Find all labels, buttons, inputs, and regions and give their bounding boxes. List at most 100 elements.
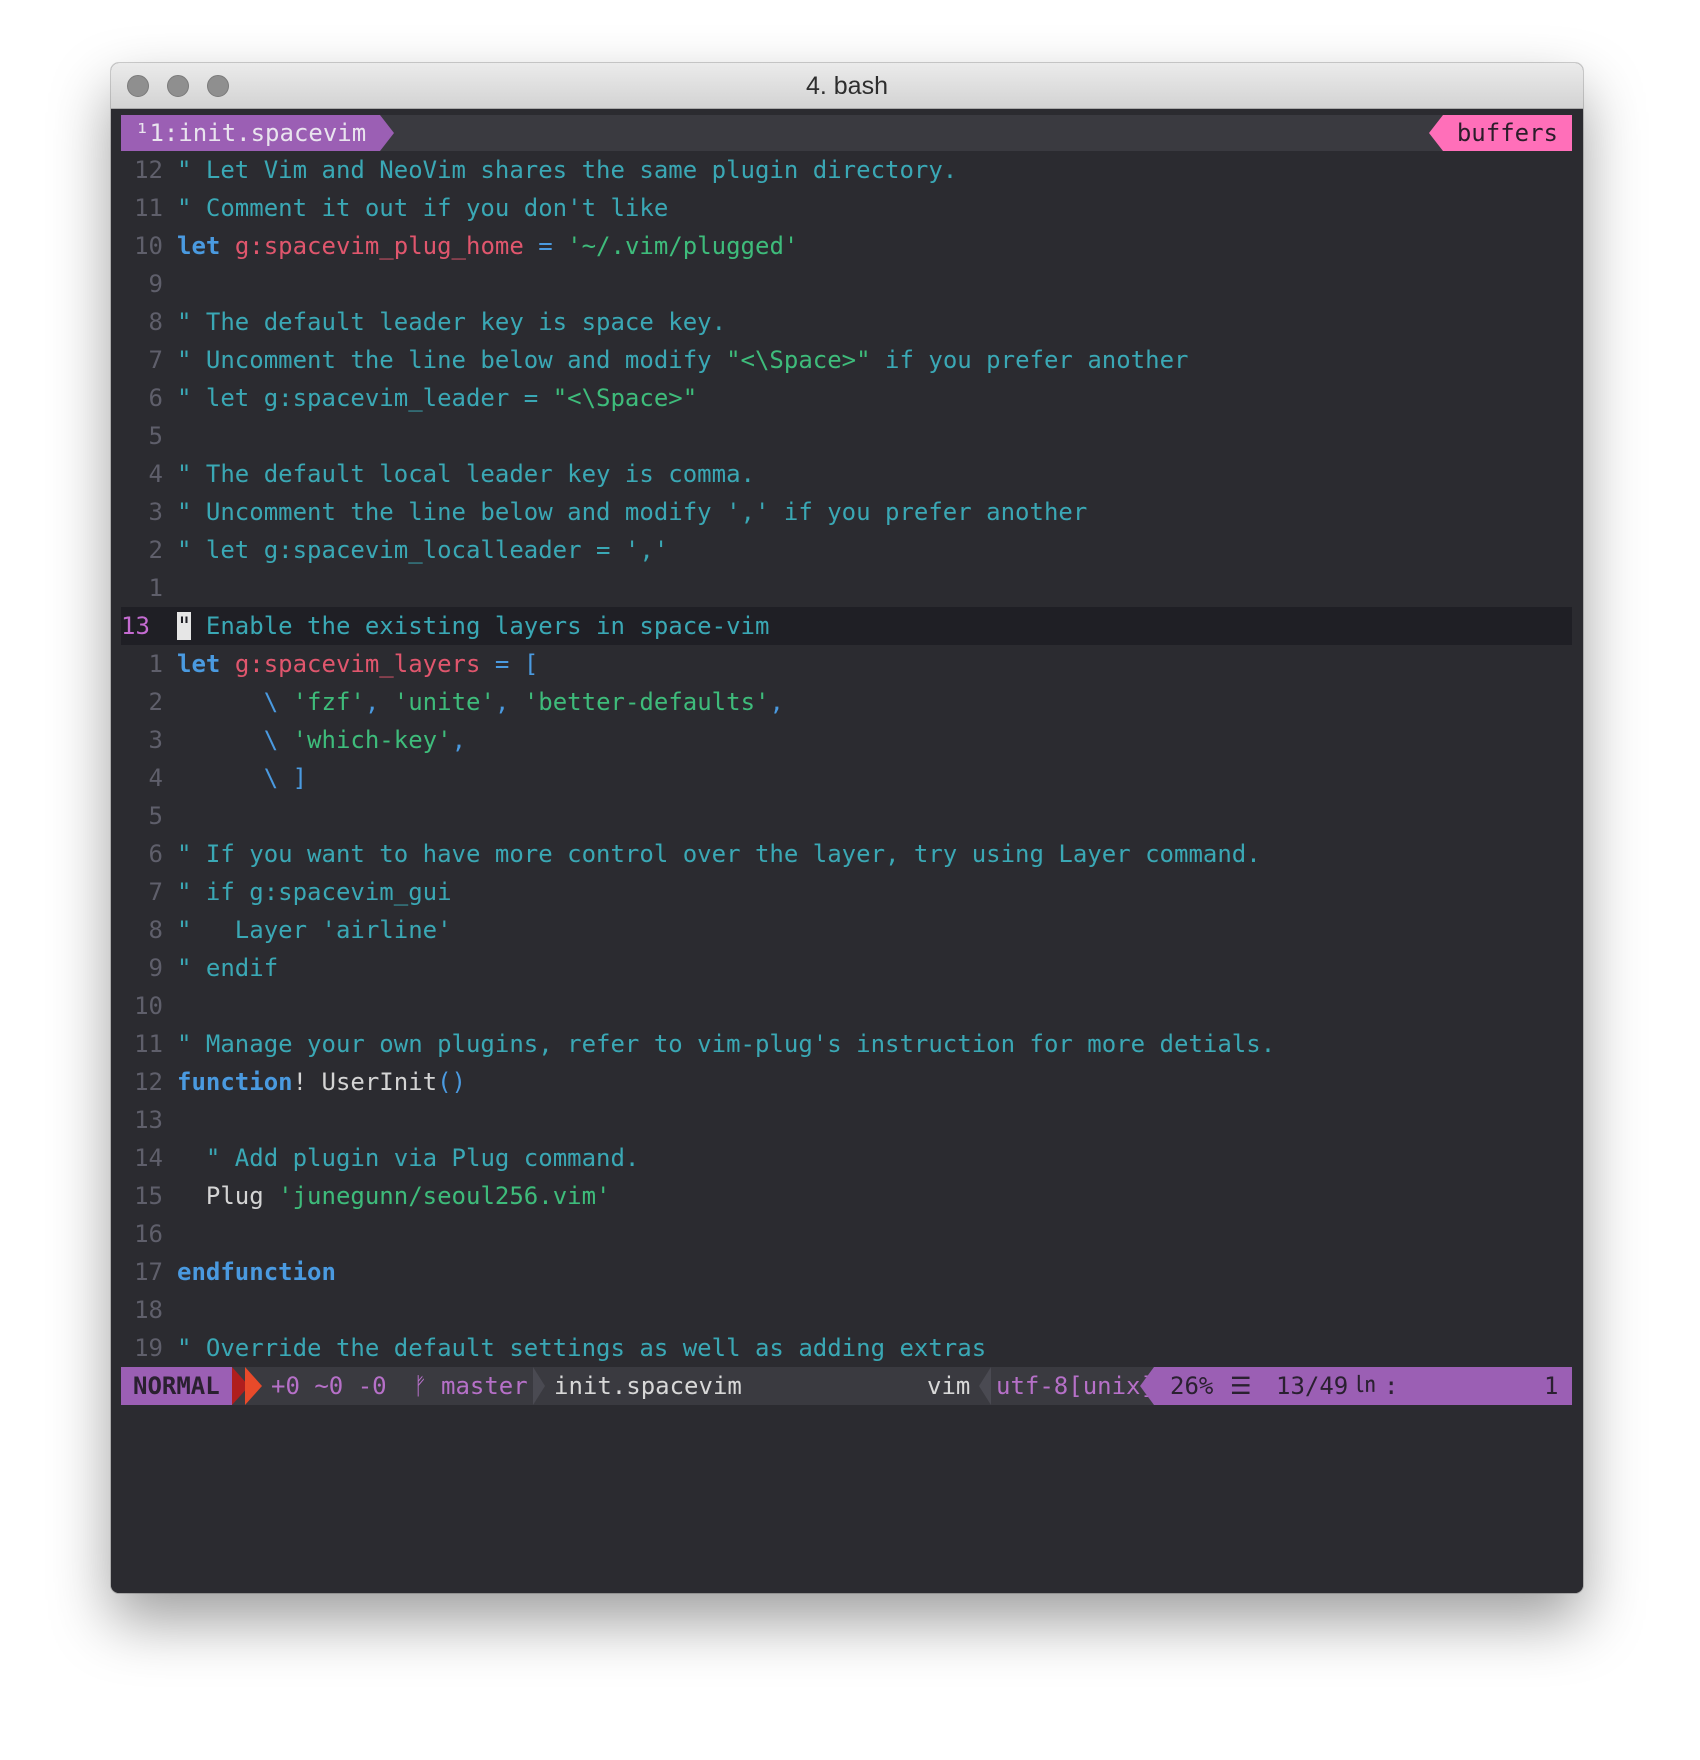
editor-line[interactable]: 4 \ ] bbox=[121, 759, 1572, 797]
line-number: 17 bbox=[134, 1258, 163, 1286]
terminal-window: 4. bash ¹1:init.spacevim buffers 12 " Let… bbox=[111, 63, 1583, 1593]
editor-buffer[interactable]: 12 " Let Vim and NeoVim shares the same p… bbox=[121, 151, 1572, 1367]
code-token: Enable the existing layers in space-vim bbox=[191, 612, 770, 640]
line-position: 13/49 bbox=[1276, 1372, 1349, 1400]
editor-line[interactable]: 8 " The default leader key is space key. bbox=[121, 303, 1572, 341]
code-token: " let g:spacevim_leader = bbox=[177, 384, 553, 412]
editor-line-current[interactable]: 13 " Enable the existing layers in space-… bbox=[121, 607, 1572, 645]
line-number: 1 bbox=[148, 650, 163, 678]
line-code: " Manage your own plugins, refer to vim-… bbox=[177, 1025, 1275, 1063]
vim-statusline: NORMAL +0 ~0 -0 ᚠ master init.spacevim v… bbox=[121, 1367, 1572, 1405]
line-code: " let g:spacevim_localleader = ',' bbox=[177, 531, 668, 569]
editor-line[interactable]: 10 bbox=[121, 987, 1572, 1025]
editor-line[interactable]: 2 \ 'fzf', 'unite', 'better-defaults', bbox=[121, 683, 1572, 721]
position-separator bbox=[1140, 1367, 1154, 1405]
line-number: 5 bbox=[148, 802, 163, 830]
editor-line[interactable]: 12 " Let Vim and NeoVim shares the same p… bbox=[121, 151, 1572, 189]
code-token: " Let Vim and NeoVim shares the same plu… bbox=[177, 156, 958, 184]
line-number: 13 bbox=[134, 1106, 163, 1134]
line-number: 10 bbox=[134, 232, 163, 260]
code-token: " If you want to have more control over … bbox=[177, 840, 1261, 868]
line-code: " Uncomment the line below and modify ',… bbox=[177, 493, 1087, 531]
code-token: 'which-key' bbox=[292, 726, 452, 754]
editor-line[interactable]: 9 " endif bbox=[121, 949, 1572, 987]
title-bar[interactable]: 4. bash bbox=[111, 63, 1583, 109]
window-title: 4. bash bbox=[805, 72, 888, 100]
editor-line[interactable]: 7 " if g:spacevim_gui bbox=[121, 873, 1572, 911]
editor-line[interactable]: 7 " Uncomment the line below and modify "… bbox=[121, 341, 1572, 379]
editor-line[interactable]: 19 " Override the default settings as wel… bbox=[121, 1329, 1572, 1367]
line-code: " Let Vim and NeoVim shares the same plu… bbox=[177, 151, 957, 189]
line-number: 9 bbox=[148, 270, 163, 298]
editor-line[interactable]: 5 bbox=[121, 797, 1572, 835]
editor-line[interactable]: 17 endfunction bbox=[121, 1253, 1572, 1291]
code-token: " Uncomment the line below and modify ',… bbox=[177, 498, 1088, 526]
editor-line[interactable]: 1 let g:spacevim_layers = [ bbox=[121, 645, 1572, 683]
code-token: " Override the default settings as well … bbox=[177, 1334, 987, 1362]
editor-line[interactable]: 13 bbox=[121, 1101, 1572, 1139]
code-token: () bbox=[437, 1068, 466, 1096]
editor-line[interactable]: 4 " The default local leader key is comma… bbox=[121, 455, 1572, 493]
code-token: \ ] bbox=[263, 764, 308, 792]
line-number: 12 bbox=[134, 156, 163, 184]
line-number: 18 bbox=[134, 1296, 163, 1324]
code-token: " Add plugin via Plug command. bbox=[205, 1144, 640, 1172]
filetype-separator bbox=[979, 1367, 991, 1405]
line-code: \ 'which-key', bbox=[177, 721, 466, 759]
line-code: \ ] bbox=[177, 759, 307, 797]
editor-line[interactable]: 9 bbox=[121, 265, 1572, 303]
git-diff-stats: +0 ~0 -0 bbox=[271, 1372, 387, 1400]
code-token: g:spacevim_plug_home bbox=[234, 232, 524, 260]
code-token: "<\Space>" bbox=[726, 346, 871, 374]
editor-line[interactable]: 5 bbox=[121, 417, 1572, 455]
terminal-area[interactable]: ¹1:init.spacevim buffers 12 " Let Vim and… bbox=[111, 109, 1583, 1593]
editor-line[interactable]: 3 " Uncomment the line below and modify '… bbox=[121, 493, 1572, 531]
buffers-separator bbox=[1429, 115, 1443, 151]
mode-indicator: NORMAL bbox=[121, 1367, 232, 1405]
editor-line[interactable]: 3 \ 'which-key', bbox=[121, 721, 1572, 759]
line-number: 2 bbox=[148, 688, 163, 716]
line-number: 16 bbox=[134, 1220, 163, 1248]
line-number: 6 bbox=[148, 384, 163, 412]
code-token: " let g:spacevim_localleader = ',' bbox=[177, 536, 669, 564]
editor-line[interactable]: 10 let g:spacevim_plug_home = '~/.vim/plu… bbox=[121, 227, 1572, 265]
line-number: 13 bbox=[121, 612, 150, 640]
editor-line[interactable]: 14 " Add plugin via Plug command. bbox=[121, 1139, 1572, 1177]
editor-line[interactable]: 2 " let g:spacevim_localleader = ',' bbox=[121, 531, 1572, 569]
code-token: g:spacevim_layers bbox=[234, 650, 481, 678]
line-number: 9 bbox=[148, 954, 163, 982]
editor-line[interactable]: 15 Plug 'junegunn/seoul256.vim' bbox=[121, 1177, 1572, 1215]
editor-line[interactable]: 11 " Comment it out if you don't like bbox=[121, 189, 1572, 227]
line-number: 11 bbox=[134, 1030, 163, 1058]
line-code: " endif bbox=[177, 949, 278, 987]
line-code: let g:spacevim_plug_home = '~/.vim/plugg… bbox=[177, 227, 798, 265]
code-token: \ bbox=[263, 726, 279, 754]
file-name: init.spacevim bbox=[554, 1372, 742, 1400]
code-token: 'fzf' bbox=[292, 688, 365, 716]
editor-line[interactable]: 8 " Layer 'airline' bbox=[121, 911, 1572, 949]
code-token: " Manage your own plugins, refer to vim-… bbox=[177, 1030, 1276, 1058]
editor-line[interactable]: 6 " let g:spacevim_leader = "<\Space>" bbox=[121, 379, 1572, 417]
line-number: 6 bbox=[148, 840, 163, 868]
line-code: Plug 'junegunn/seoul256.vim' bbox=[177, 1177, 611, 1215]
line-number: 5 bbox=[148, 422, 163, 450]
line-number: 3 bbox=[148, 726, 163, 754]
editor-line[interactable]: 11 " Manage your own plugins, refer to vi… bbox=[121, 1025, 1572, 1063]
editor-line[interactable]: 18 bbox=[121, 1291, 1572, 1329]
line-code: \ 'fzf', 'unite', 'better-defaults', bbox=[177, 683, 784, 721]
code-token: endfunction bbox=[177, 1258, 336, 1286]
code-token: = bbox=[538, 232, 553, 260]
tab-init-spacevim[interactable]: ¹1:init.spacevim bbox=[121, 115, 381, 151]
editor-line[interactable]: 16 bbox=[121, 1215, 1572, 1253]
editor-line[interactable]: 6 " If you want to have more control over… bbox=[121, 835, 1572, 873]
code-token: , bbox=[451, 726, 467, 754]
editor-line[interactable]: 1 bbox=[121, 569, 1572, 607]
git-branch-icon: ᚠ bbox=[413, 1372, 428, 1400]
editor-line[interactable]: 12 function! UserInit() bbox=[121, 1063, 1572, 1101]
